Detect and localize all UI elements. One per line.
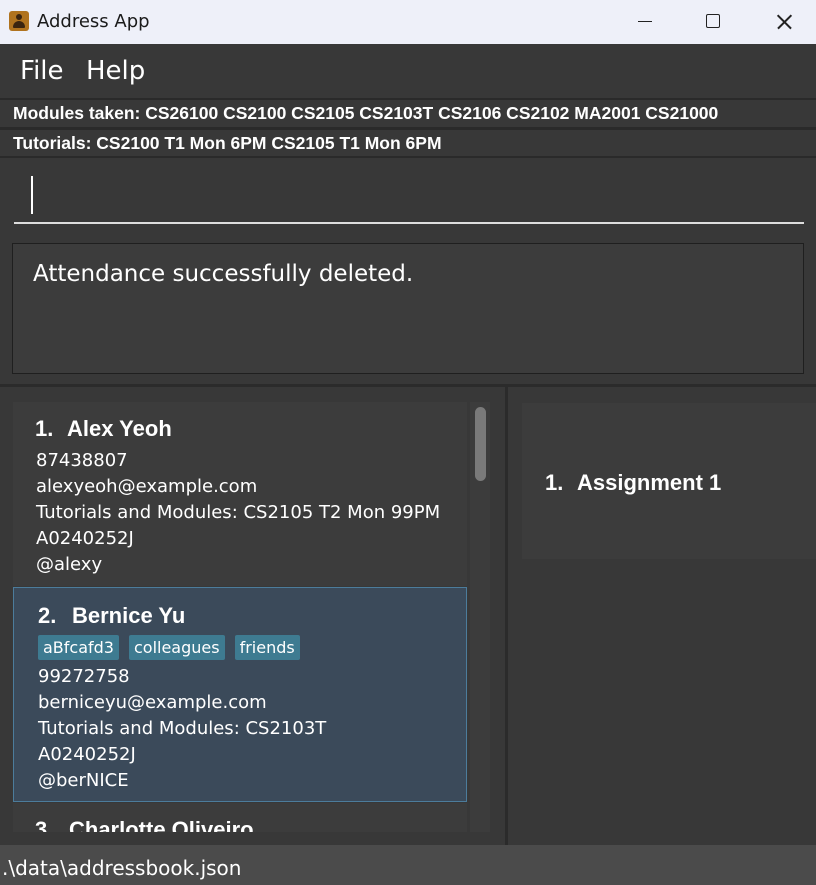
tag: friends (234, 635, 300, 660)
result-display-area: Attendance successfully deleted. (0, 234, 816, 384)
scroll-thumb[interactable] (475, 407, 486, 481)
person-handle: @alexy (36, 554, 103, 575)
result-message: Attendance successfully deleted. (33, 261, 414, 287)
assignment-index: 1. (545, 470, 564, 495)
person-name: Alex Yeoh (67, 416, 172, 441)
person-modules: Tutorials and Modules: CS2103T (38, 718, 327, 739)
close-button[interactable] (761, 0, 807, 44)
title-bar: Address App (0, 0, 816, 44)
person-student-id: A0240252J (38, 744, 136, 765)
person-email: alexyeoh@example.com (36, 476, 258, 497)
person-modules: Tutorials and Modules: CS2105 T2 Mon 99P… (36, 502, 441, 523)
minimize-icon (638, 21, 652, 22)
person-phone: 99272758 (38, 666, 130, 687)
text-caret (31, 176, 33, 214)
command-input[interactable] (14, 174, 804, 224)
person-card[interactable]: 3. Charlotte Oliveiro (13, 803, 467, 832)
status-bar: .\data\addressbook.json (0, 845, 816, 885)
maximize-icon (706, 14, 720, 28)
menu-file[interactable]: File (20, 56, 64, 86)
result-display: Attendance successfully deleted. (12, 243, 804, 374)
person-email: berniceyu@example.com (38, 692, 267, 713)
panel-divider[interactable] (505, 387, 508, 845)
person-list[interactable]: 1. Alex Yeoh 87438807 alexyeoh@example.c… (13, 402, 490, 832)
person-index: 2. (38, 603, 57, 628)
save-location: .\data\addressbook.json (2, 856, 242, 880)
maximize-button[interactable] (690, 0, 736, 44)
menu-bar: File Help (0, 44, 816, 98)
tag: colleagues (128, 635, 225, 660)
person-student-id: A0240252J (36, 528, 134, 549)
tutorials-label: Tutorials: CS2100 T1 Mon 6PM CS2105 T1 M… (0, 130, 816, 157)
person-name: Charlotte Oliveiro (69, 817, 254, 832)
assignment-name: Assignment 1 (577, 470, 722, 495)
main-panels: 1. Alex Yeoh 87438807 alexyeoh@example.c… (0, 384, 816, 845)
assignment-card[interactable]: 1. Assignment 1 (522, 403, 816, 559)
person-name: Bernice Yu (72, 603, 186, 628)
command-box (0, 158, 816, 234)
person-list-panel: 1. Alex Yeoh 87438807 alexyeoh@example.c… (0, 387, 505, 845)
modules-taken-label: Modules taken: CS26100 CS2100 CS2105 CS2… (0, 100, 816, 127)
person-handle: @berNICE (38, 770, 129, 791)
person-list-scrollbar[interactable] (470, 402, 490, 832)
tag-list: aBfcafd3 colleagues friends (38, 635, 300, 660)
person-phone: 87438807 (36, 450, 128, 471)
person-card-selected[interactable]: 2. Bernice Yu aBfcafd3 colleagues friend… (13, 587, 467, 802)
person-index: 3. (35, 817, 54, 832)
person-card[interactable]: 1. Alex Yeoh 87438807 alexyeoh@example.c… (13, 402, 467, 586)
app-icon (9, 11, 29, 31)
minimize-button[interactable] (621, 0, 667, 44)
window-title: Address App (37, 11, 150, 32)
tag: aBfcafd3 (38, 635, 119, 660)
person-index: 1. (35, 416, 54, 441)
menu-help[interactable]: Help (86, 56, 145, 86)
